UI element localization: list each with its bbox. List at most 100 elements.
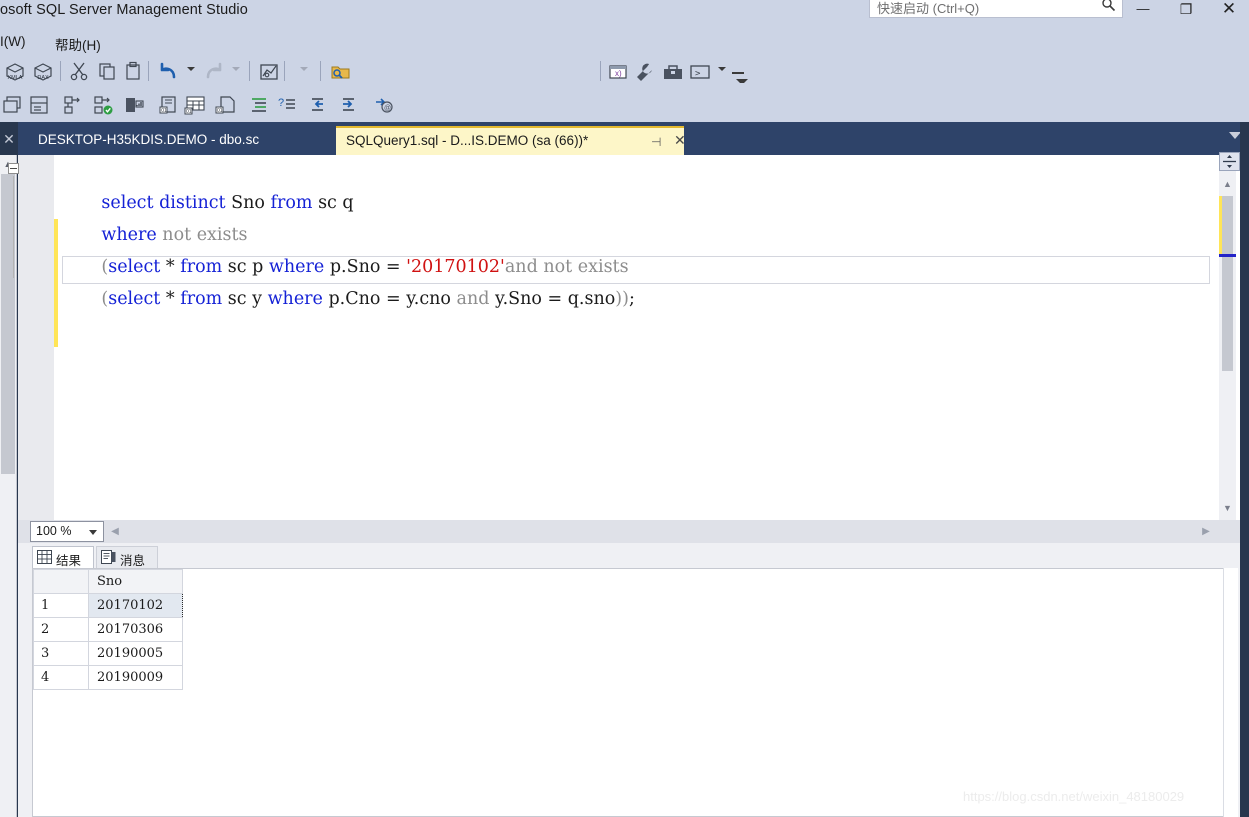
chevron-down-icon (89, 530, 97, 535)
window-right-frame (1240, 122, 1249, 817)
table-row[interactable]: 3 20190005 (33, 641, 183, 666)
toolbar-more-caret[interactable] (300, 67, 308, 71)
comment-icon[interactable]: @ (371, 91, 397, 117)
svg-text:DAX: DAX (37, 75, 49, 81)
tab-close-icon[interactable]: ✕ (674, 132, 686, 149)
pin-icon[interactable]: ⊣ (651, 135, 661, 149)
zoom-level-combo[interactable]: 100 % (30, 521, 104, 542)
table-row[interactable]: 2 20170306 (33, 617, 183, 642)
indent-list-icon[interactable] (246, 91, 272, 117)
cell-sno[interactable]: 20170102 (88, 593, 183, 618)
change-bar (54, 315, 58, 347)
cell-sno[interactable]: 20190009 (88, 665, 183, 690)
title-bar: osoft SQL Server Management Studio 快速启动 … (0, 0, 1249, 30)
row-index[interactable]: 2 (33, 617, 89, 642)
toolbar-secondary: 01 01 01 ? @ (0, 88, 1249, 207)
object-explorer-close-icon[interactable]: ✕ (0, 128, 18, 150)
outdent-icon[interactable] (308, 91, 334, 117)
sql-code-editor[interactable]: select distinct Sno from sc q where not … (54, 155, 1214, 520)
code-line-3[interactable]: (select * from sc p where p.Sno = '20170… (54, 219, 1214, 315)
redo-dropdown-caret[interactable] (232, 67, 240, 71)
connect-ok-icon[interactable] (92, 91, 118, 117)
collapse-box-icon[interactable] (8, 163, 19, 174)
grid-icon (37, 550, 52, 567)
code-line-1[interactable]: select distinct Sno from sc q (54, 155, 1214, 251)
zoom-level-value: 100 % (36, 524, 72, 538)
token: select (108, 289, 166, 309)
hscroll-right-arrow-icon[interactable]: ▶ (1198, 522, 1214, 541)
toolbar-overflow-button[interactable] (731, 69, 748, 85)
messages-tab[interactable]: 消息 (96, 546, 158, 568)
wrench-icon[interactable] (632, 58, 658, 84)
row-index[interactable]: 3 (33, 641, 89, 666)
results-table: Sno 1 20170102 2 20170306 3 20190005 4 2… (33, 569, 183, 690)
tab-object-explorer-label: DESKTOP-H35KDIS.DEMO - dbo.sc (38, 132, 260, 147)
results-tab-label: 结果 (56, 554, 82, 568)
results-grid[interactable]: Sno 1 20170102 2 20170306 3 20190005 4 2… (32, 568, 1238, 817)
results-vertical-scrollbar[interactable] (1223, 568, 1238, 817)
minimize-button[interactable]: — (1123, 0, 1163, 22)
redo-icon[interactable] (200, 58, 226, 84)
console-dropdown-caret[interactable] (718, 67, 726, 71)
token: sc y (227, 289, 268, 309)
editor-gutter (18, 155, 54, 520)
row-index[interactable]: 1 (33, 593, 89, 618)
editor-scroll-down-arrow-icon[interactable]: ▼ (1219, 500, 1236, 517)
table-row[interactable]: 1 20170102 (33, 593, 183, 618)
menu-item-window[interactable]: I(W) (0, 34, 25, 49)
object-explorer-scrollbar[interactable]: ▲ (0, 155, 17, 817)
svg-text:?: ? (278, 97, 284, 109)
help-list-icon[interactable]: ? (274, 91, 300, 117)
grid-corner-cell[interactable] (33, 569, 89, 594)
copy-icon[interactable] (94, 58, 120, 84)
code-line-2[interactable]: where not exists (54, 187, 1214, 283)
results-tab[interactable]: 结果 (32, 546, 94, 568)
cut-icon[interactable] (66, 58, 92, 84)
close-button[interactable]: ✕ (1209, 0, 1249, 22)
editor-horizontal-scrollbar[interactable] (18, 520, 1249, 543)
fold-guide-line (13, 176, 14, 278)
new-query-icon[interactable]: x) (606, 58, 632, 84)
toolbox-icon[interactable] (660, 58, 686, 84)
table-row[interactable]: 4 20190009 (33, 665, 183, 690)
app-title: osoft SQL Server Management Studio (0, 2, 248, 18)
execute-icon[interactable]: 01 (156, 91, 182, 117)
token: where (267, 289, 329, 309)
tab-sqlquery1[interactable]: SQLQuery1.sql - D...IS.DEMO (sa (66))* ⊣… (336, 126, 686, 155)
window-icon[interactable] (0, 91, 26, 117)
editor-split-button[interactable] (1219, 152, 1240, 171)
xmla-icon[interactable]: XMLA (2, 58, 28, 84)
results-file-icon[interactable]: 01 (213, 91, 239, 117)
search-icon (1101, 0, 1116, 15)
token: and (456, 289, 496, 309)
token: p.Cno = y.cno (328, 289, 457, 309)
indent-icon[interactable] (336, 91, 362, 117)
editor-scroll-thumb[interactable] (1222, 196, 1233, 371)
cell-sno[interactable]: 20170306 (88, 617, 183, 642)
results-grid-icon[interactable]: 01 (183, 91, 209, 117)
editor-scroll-up-arrow-icon[interactable]: ▲ (1219, 176, 1236, 193)
tab-object-explorer[interactable]: DESKTOP-H35KDIS.DEMO - dbo.sc (26, 126, 318, 155)
open-folder-icon[interactable] (328, 58, 354, 84)
svg-text:XMLA: XMLA (8, 75, 23, 81)
column-header-sno[interactable]: Sno (88, 569, 183, 594)
dax-icon[interactable]: DAX (30, 58, 56, 84)
menu-item-help[interactable]: 帮助(H) (55, 34, 101, 54)
undo-dropdown-caret[interactable] (187, 67, 195, 71)
console-icon[interactable]: > (688, 58, 714, 84)
token: from (180, 289, 228, 309)
minimize-glyph: — (1136, 1, 1150, 16)
split-view-icon[interactable] (26, 91, 52, 117)
quick-launch-input[interactable]: 快速启动 (Ctrl+Q) (869, 0, 1123, 18)
paste-icon[interactable] (120, 58, 146, 84)
row-index[interactable]: 4 (33, 665, 89, 690)
maximize-button[interactable]: ❐ (1166, 0, 1206, 22)
undo-icon[interactable] (156, 58, 182, 84)
cell-sno[interactable]: 20190005 (88, 641, 183, 666)
svg-text:01: 01 (186, 109, 192, 115)
hscroll-left-arrow-icon[interactable]: ◀ (107, 522, 123, 541)
chart-icon[interactable] (256, 58, 282, 84)
server-icon[interactable] (122, 91, 148, 117)
connect-icon[interactable] (62, 91, 88, 117)
token: * (165, 289, 181, 309)
